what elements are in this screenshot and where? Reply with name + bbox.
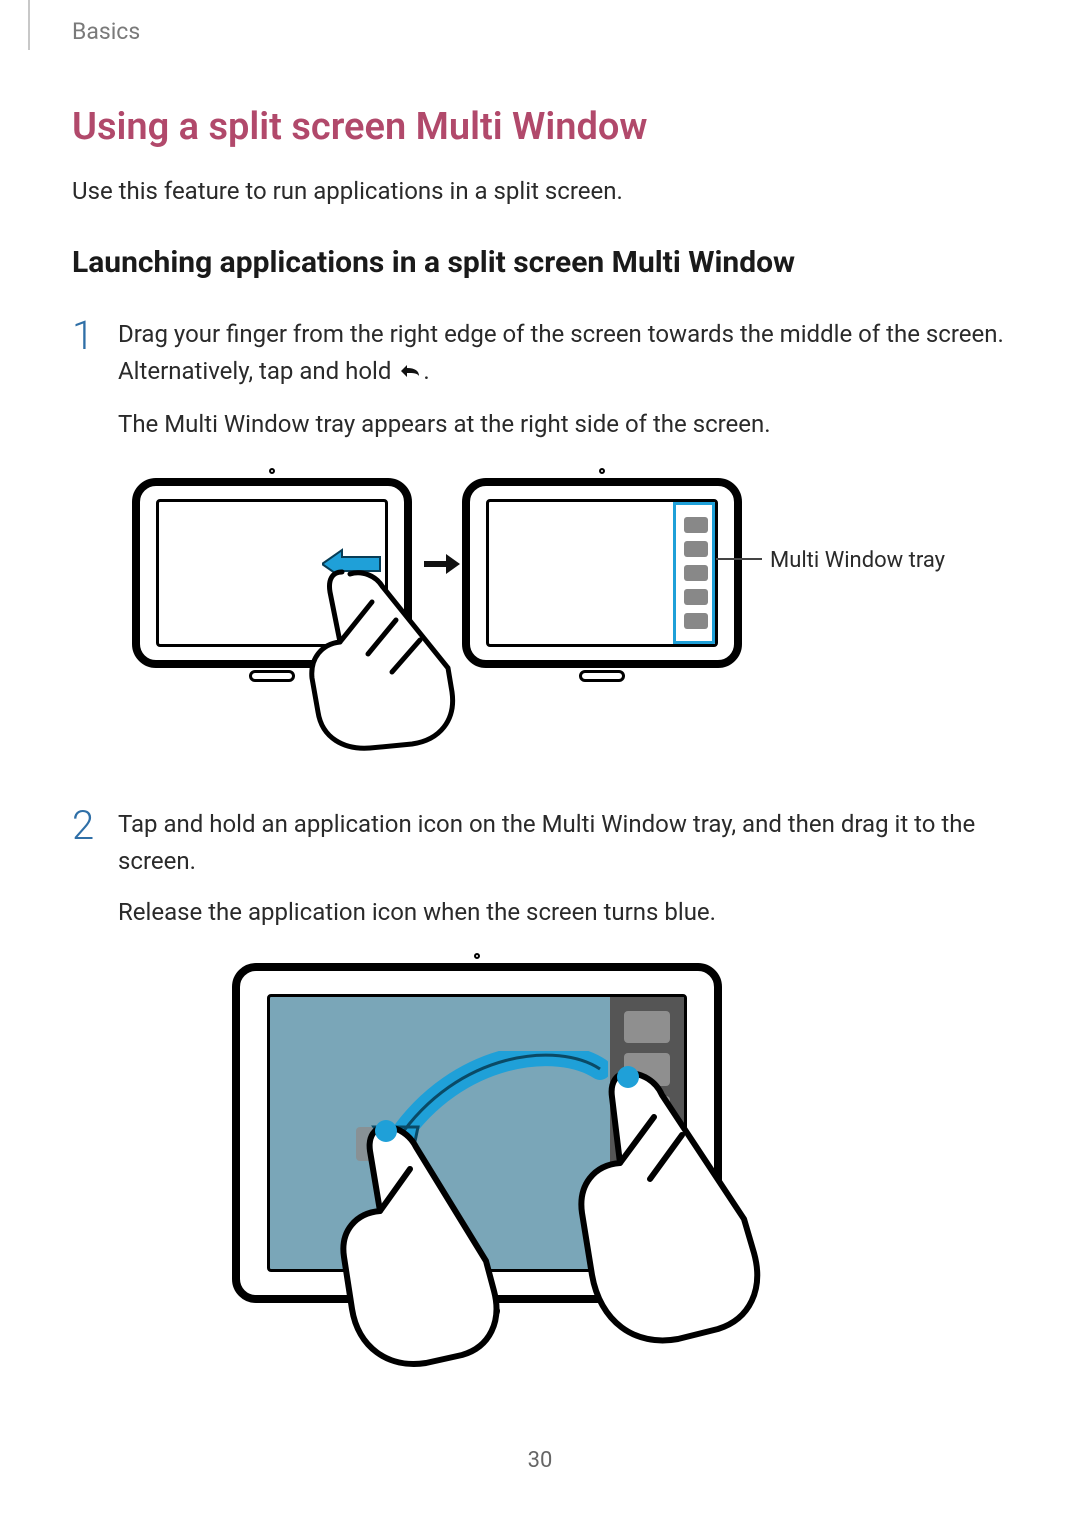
page-content: Using a split screen Multi Window Use th… <box>72 105 1012 1393</box>
figure-drag <box>232 963 852 1393</box>
multi-window-tray <box>673 502 715 644</box>
step1-text-b: . <box>423 357 429 385</box>
camera-dot <box>269 468 275 474</box>
header-rule <box>28 0 30 50</box>
step-body: Tap and hold an application icon on the … <box>118 806 1012 946</box>
tablet-after-screen <box>486 499 718 647</box>
tray-tile <box>684 565 708 581</box>
step2-line1: Tap and hold an application icon on the … <box>118 806 1012 880</box>
camera-dot <box>474 953 480 959</box>
camera-dot <box>599 468 605 474</box>
callout-label: Multi Window tray <box>770 548 945 573</box>
step1-line2: The Multi Window tray appears at the rig… <box>118 406 1012 443</box>
section-heading: Launching applications in a split screen… <box>72 245 1012 280</box>
step-1: 1 Drag your finger from the right edge o… <box>72 316 1012 458</box>
step-2: 2 Tap and hold an application icon on th… <box>72 806 1012 946</box>
tray-tile <box>684 541 708 557</box>
page-number: 30 <box>528 1448 553 1473</box>
tray-tile <box>624 1011 670 1043</box>
tray-tile <box>684 613 708 629</box>
figure-swipe: Multi Window tray <box>132 478 952 748</box>
step1-text-a: Drag your finger from the right edge of … <box>118 320 1004 385</box>
step-number: 2 <box>72 806 98 846</box>
callout-leader <box>716 558 762 560</box>
breadcrumb: Basics <box>72 18 140 45</box>
hand-drop-illustration <box>290 1113 500 1373</box>
arrow-right-icon <box>424 554 460 574</box>
hand-hold-illustration <box>532 1059 762 1359</box>
step1-line1: Drag your finger from the right edge of … <box>118 316 1012 392</box>
back-icon <box>397 355 423 392</box>
tray-tile <box>684 589 708 605</box>
home-button <box>579 670 625 682</box>
step-number: 1 <box>72 316 98 356</box>
page-heading: Using a split screen Multi Window <box>72 105 1012 149</box>
hand-swipe-illustration <box>272 562 462 752</box>
step-body: Drag your finger from the right edge of … <box>118 316 1012 458</box>
step2-line2: Release the application icon when the sc… <box>118 894 1012 931</box>
tray-tile <box>684 517 708 533</box>
intro-text: Use this feature to run applications in … <box>72 177 1012 205</box>
tablet-after <box>462 478 742 668</box>
